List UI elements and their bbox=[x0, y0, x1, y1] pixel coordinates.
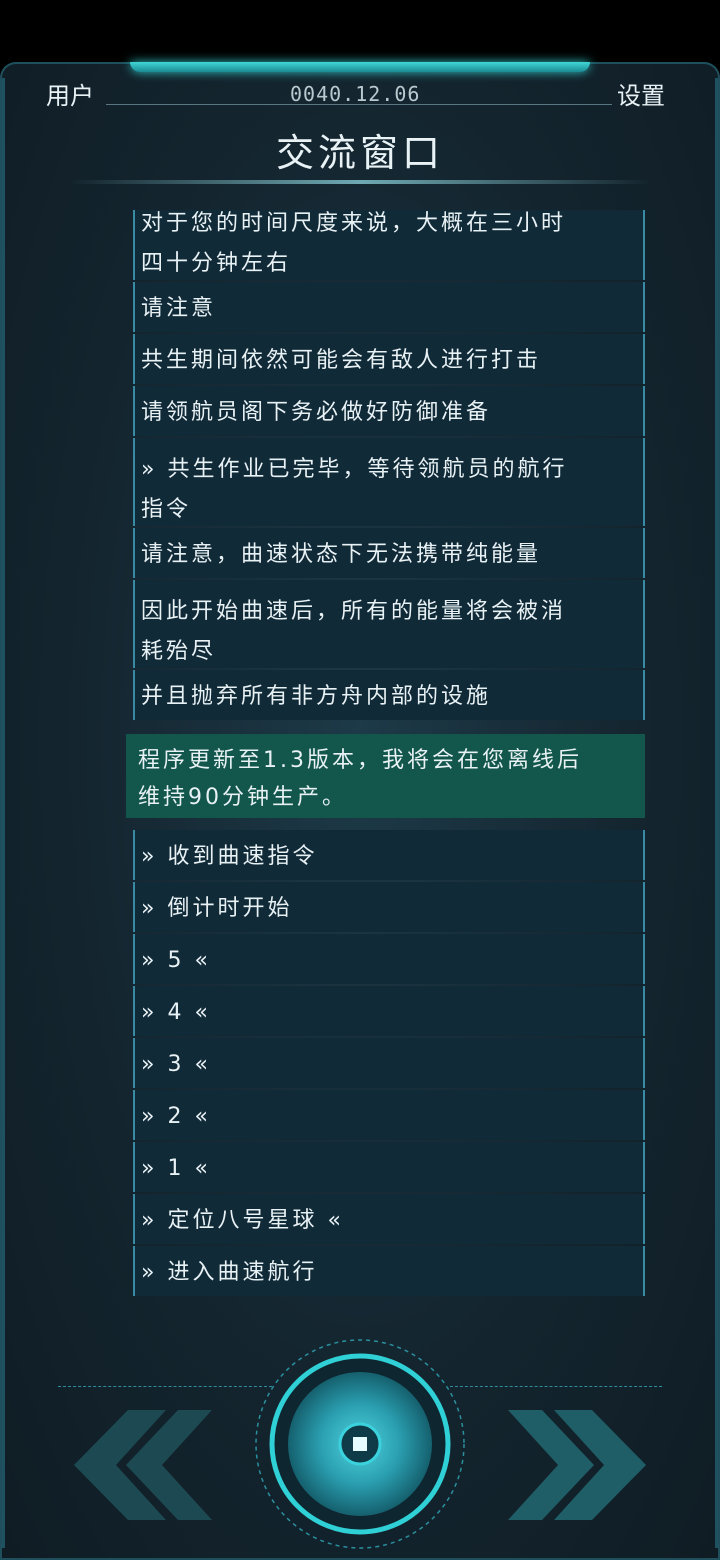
message-item: » 3 « bbox=[133, 1038, 645, 1088]
message-text: » 倒计时开始 bbox=[141, 896, 293, 921]
message-text: 请注意，曲速状态下无法携带纯能量 bbox=[141, 542, 542, 567]
notice-text: 程序更新至1.3版本，我将会在您离线后 bbox=[138, 748, 582, 773]
message-item: » 2 « bbox=[133, 1090, 645, 1140]
message-item: 因此开始曲速后，所有的能量将会被消 耗殆尽 bbox=[133, 580, 645, 668]
message-item: » 4 « bbox=[133, 986, 645, 1036]
double-chevron-left-icon[interactable] bbox=[66, 1410, 216, 1520]
message-text: 请注意 bbox=[141, 296, 217, 321]
message-text: 并且抛弃所有非方舟内部的设施 bbox=[141, 684, 492, 709]
message-text: » 2 « bbox=[141, 1104, 211, 1129]
control-divider-left bbox=[58, 1386, 272, 1387]
game-screen: 用户 0040.12.06 设置 交流窗口 对于您的时间尺度来说，大概在三小时 … bbox=[0, 0, 720, 1560]
user-button[interactable]: 用户 bbox=[46, 76, 94, 111]
top-glow-bar bbox=[130, 62, 590, 72]
message-text: » 进入曲速航行 bbox=[141, 1260, 318, 1285]
message-list[interactable]: 对于您的时间尺度来说，大概在三小时 四十分钟左右 请注意 共生期间依然可能会有敌… bbox=[0, 210, 720, 1300]
status-bar bbox=[0, 0, 720, 62]
message-item: » 进入曲速航行 bbox=[133, 1246, 645, 1296]
message-item: 并且抛弃所有非方舟内部的设施 bbox=[133, 670, 645, 720]
message-item: » 5 « bbox=[133, 934, 645, 984]
message-text: 请领航员阁下务必做好防御准备 bbox=[141, 400, 492, 425]
notice-text: 维持90分钟生产。 bbox=[138, 785, 347, 810]
control-divider-right bbox=[450, 1386, 662, 1387]
double-chevron-right-icon[interactable] bbox=[504, 1410, 654, 1520]
message-text: » 4 « bbox=[141, 1000, 211, 1025]
message-item: 请注意，曲速状态下无法携带纯能量 bbox=[133, 528, 645, 578]
message-text: 指令 bbox=[141, 497, 192, 522]
message-item: 共生期间依然可能会有敌人进行打击 bbox=[133, 334, 645, 384]
message-text: 对于您的时间尺度来说，大概在三小时 bbox=[141, 211, 567, 236]
message-item: » 共生作业已完毕，等待领航员的航行 指令 bbox=[133, 438, 645, 526]
message-item: 对于您的时间尺度来说，大概在三小时 四十分钟左右 bbox=[133, 210, 645, 280]
message-item: » 定位八号星球 « bbox=[133, 1194, 645, 1244]
settings-button[interactable]: 设置 bbox=[617, 76, 665, 111]
message-text: » 5 « bbox=[141, 948, 211, 973]
message-text: 四十分钟左右 bbox=[141, 251, 292, 276]
system-notice: 程序更新至1.3版本，我将会在您离线后 维持90分钟生产。 bbox=[126, 734, 645, 818]
center-action-button[interactable] bbox=[252, 1336, 468, 1552]
game-date: 0040.12.06 bbox=[290, 82, 421, 106]
header-divider bbox=[106, 104, 612, 105]
message-text: » 共生作业已完毕，等待领航员的航行 bbox=[141, 457, 568, 482]
message-item: » 1 « bbox=[133, 1142, 645, 1192]
message-text: 因此开始曲速后，所有的能量将会被消 bbox=[141, 599, 567, 624]
message-item: » 倒计时开始 bbox=[133, 882, 645, 932]
message-item: 请注意 bbox=[133, 282, 645, 332]
message-text: 共生期间依然可能会有敌人进行打击 bbox=[141, 348, 542, 373]
message-text: 耗殆尽 bbox=[141, 639, 217, 664]
message-text: » 3 « bbox=[141, 1052, 211, 1077]
page-title: 交流窗口 bbox=[275, 131, 444, 175]
message-text: » 定位八号星球 « bbox=[141, 1208, 344, 1233]
message-text: » 收到曲速指令 bbox=[141, 844, 318, 869]
message-text: » 1 « bbox=[141, 1156, 211, 1181]
message-item: 请领航员阁下务必做好防御准备 bbox=[133, 386, 645, 436]
title-underline bbox=[68, 180, 652, 184]
message-item: » 收到曲速指令 bbox=[133, 830, 645, 880]
stop-square-icon bbox=[353, 1437, 367, 1451]
